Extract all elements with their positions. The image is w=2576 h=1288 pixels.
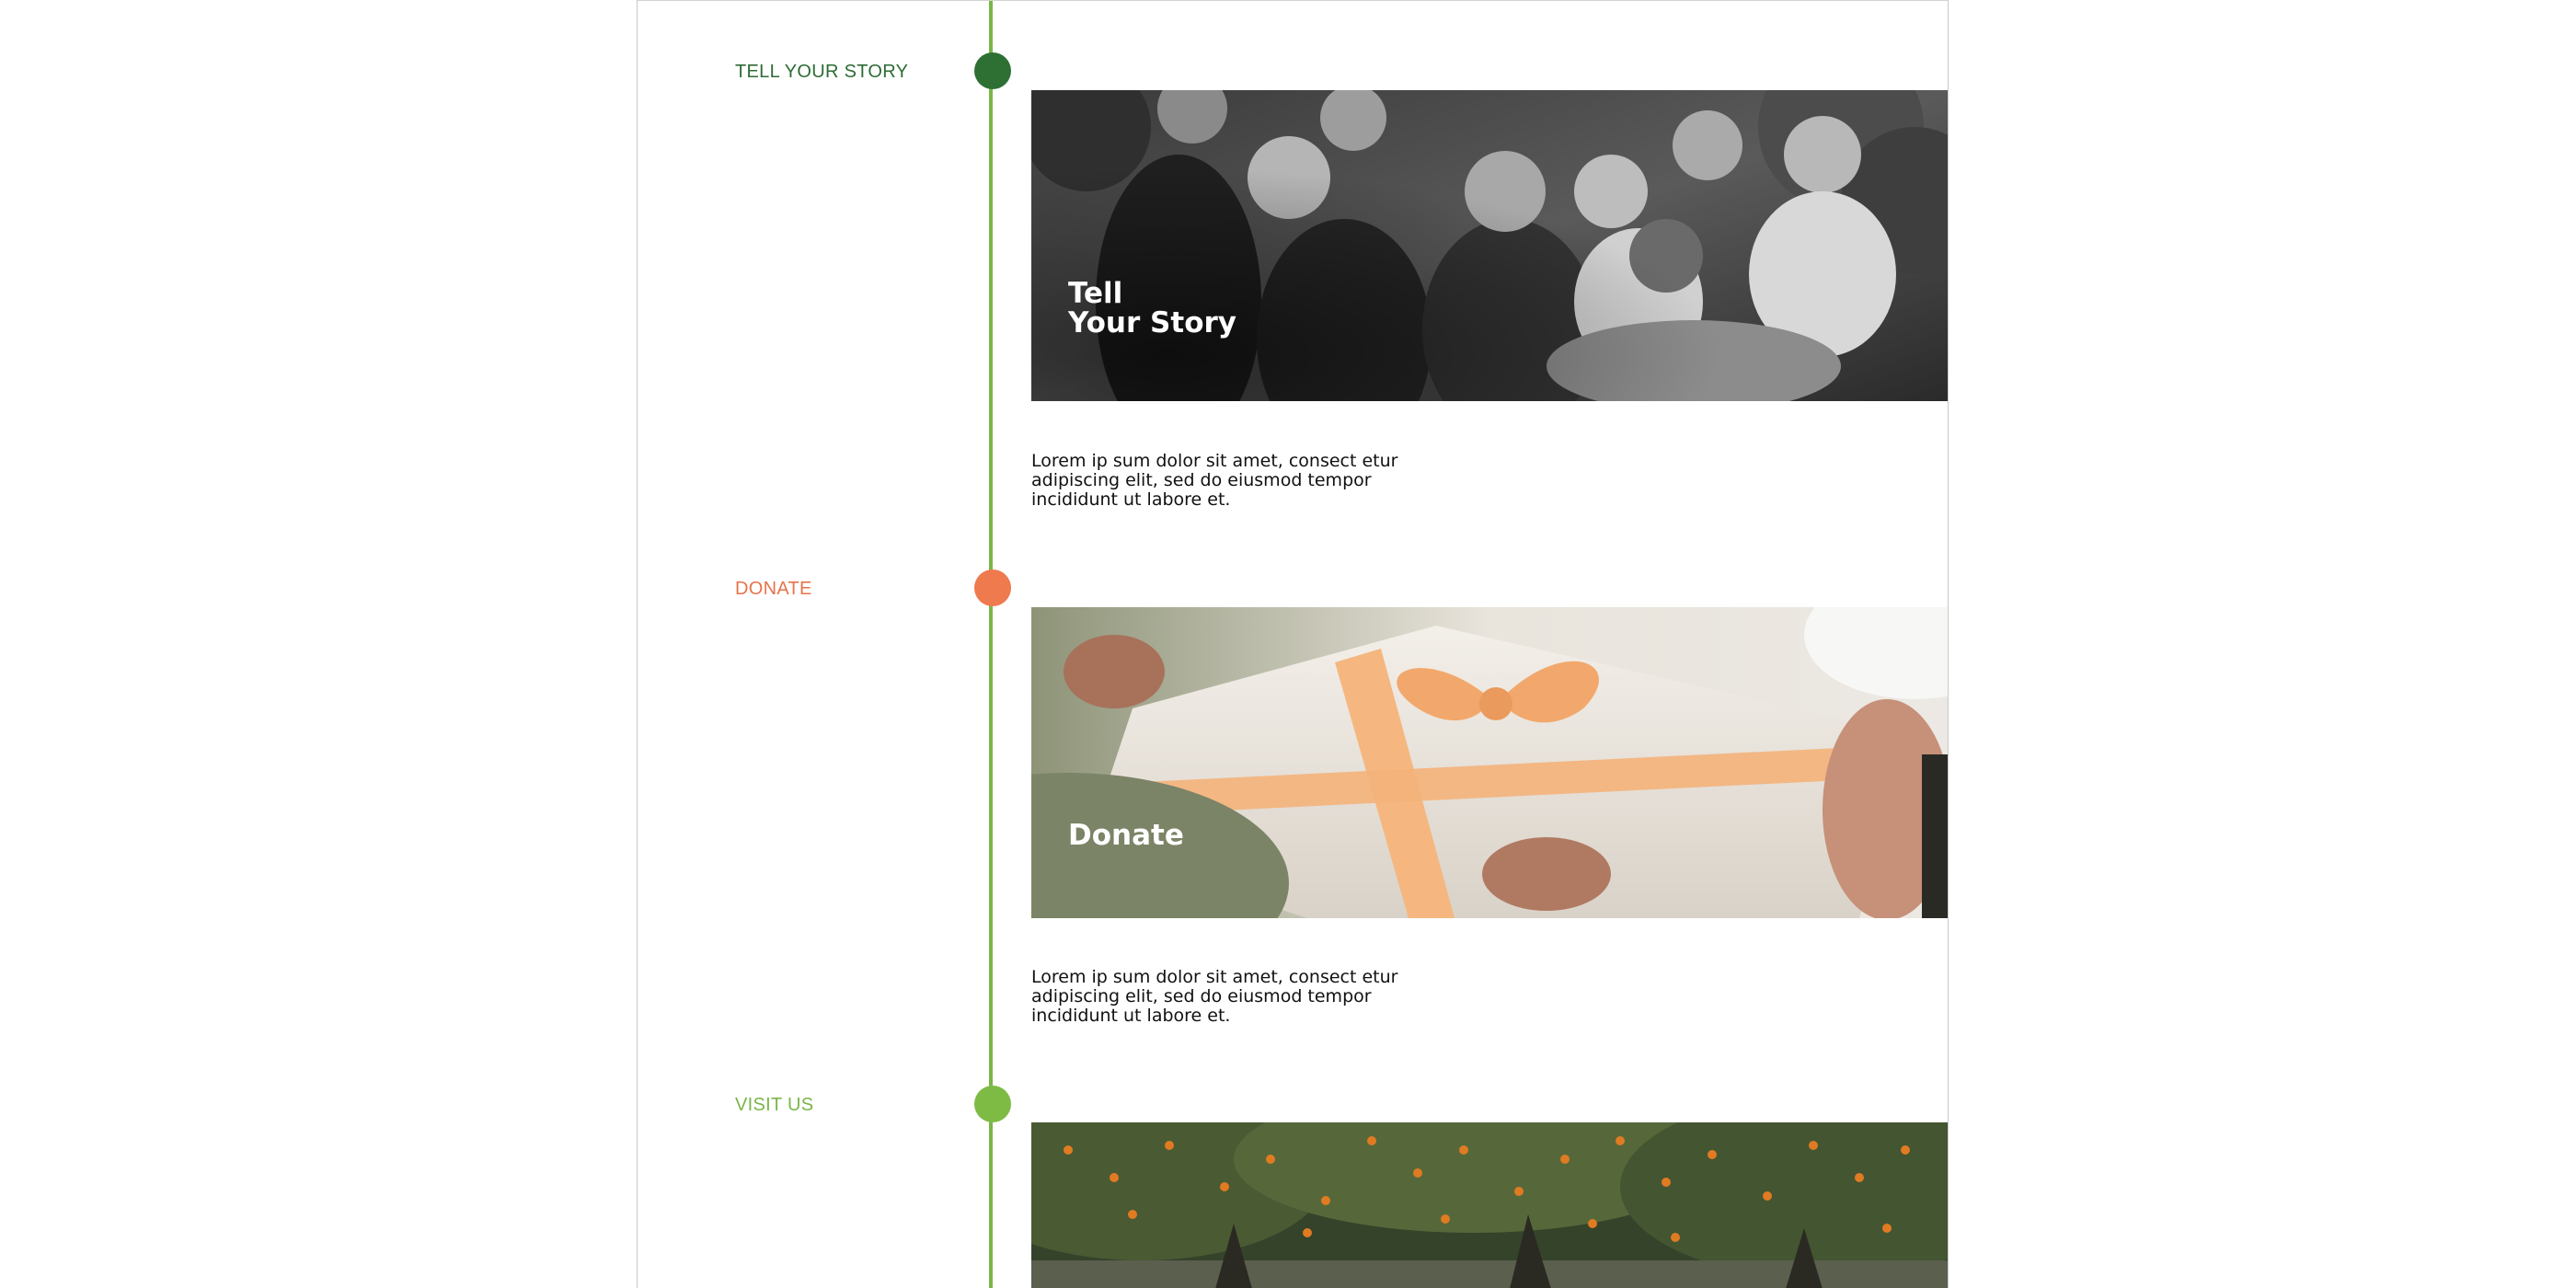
- tell-your-story-banner[interactable]: Tell Your Story: [1031, 90, 1948, 401]
- timeline-node-donate[interactable]: [974, 569, 1011, 606]
- visit-us-banner[interactable]: [1031, 1122, 1948, 1288]
- section-body-donate: Lorem ip sum dolor sit amet, consect etu…: [1031, 967, 1398, 1026]
- section-label-donate[interactable]: DONATE: [735, 579, 812, 600]
- gift-box-image: [1031, 607, 1948, 918]
- banner-title-donate: Donate: [1068, 819, 1184, 852]
- section-body-tell-your-story: Lorem ip sum dolor sit amet, consect etu…: [1031, 451, 1398, 510]
- donate-banner[interactable]: Donate: [1031, 607, 1948, 918]
- timeline-node-tell-your-story[interactable]: [974, 52, 1011, 89]
- family-photo-image: [1031, 90, 1948, 401]
- banner-title-tell-your-story: Tell Your Story: [1068, 277, 1236, 339]
- section-label-visit-us[interactable]: VISIT US: [735, 1095, 813, 1116]
- timeline-node-visit-us[interactable]: [974, 1086, 1011, 1122]
- orange-grove-image: [1031, 1122, 1948, 1288]
- page-frame: TELL YOUR STORY Tell Your Story Lorem ip…: [637, 0, 1949, 1288]
- section-label-tell-your-story[interactable]: TELL YOUR STORY: [735, 62, 908, 83]
